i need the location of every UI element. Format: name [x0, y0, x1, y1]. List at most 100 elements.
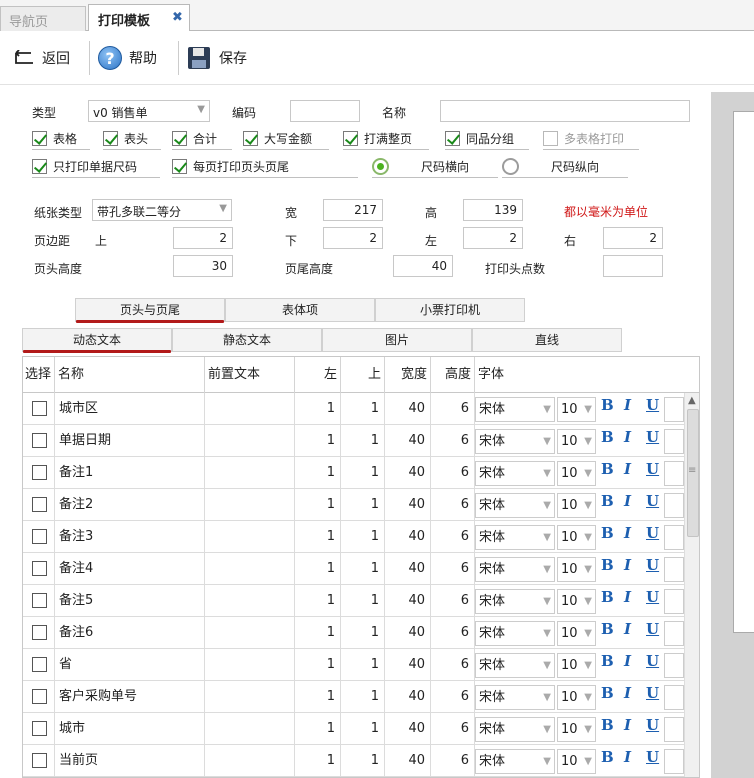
row-checkbox[interactable]	[32, 401, 47, 416]
left-cell[interactable]: 1	[295, 745, 341, 777]
color-field[interactable]	[664, 525, 684, 550]
width-cell[interactable]: 40	[385, 553, 431, 585]
italic-icon[interactable]: I	[624, 684, 631, 702]
color-field[interactable]	[664, 461, 684, 486]
font-size-select[interactable]: 10 ▼	[557, 429, 596, 454]
font-size-select[interactable]: 10 ▼	[557, 493, 596, 518]
underline-icon[interactable]: U	[646, 620, 659, 638]
bold-icon[interactable]: B	[601, 492, 614, 510]
table-row[interactable]: 备注6 1 1 40 6 宋体 ▼ 10 ▼ B I U	[23, 617, 684, 649]
font-select[interactable]: 宋体 ▼	[475, 653, 555, 678]
left-cell[interactable]: 1	[295, 457, 341, 489]
prefix-cell[interactable]	[205, 553, 295, 585]
tab-body-items[interactable]: 表体项	[225, 298, 375, 322]
col-height[interactable]: 高度	[431, 357, 475, 393]
italic-icon[interactable]: I	[624, 524, 631, 542]
row-checkbox[interactable]	[32, 529, 47, 544]
prefix-cell[interactable]	[205, 649, 295, 681]
print-head-dots-input[interactable]	[603, 255, 663, 277]
width-cell[interactable]: 40	[385, 745, 431, 777]
italic-icon[interactable]: I	[624, 460, 631, 478]
width-cell[interactable]: 40	[385, 585, 431, 617]
radio-button[interactable]	[502, 158, 519, 175]
col-left[interactable]: 左	[295, 357, 341, 393]
color-field[interactable]	[664, 653, 684, 678]
table-row[interactable]: 备注5 1 1 40 6 宋体 ▼ 10 ▼ B I U	[23, 585, 684, 617]
font-size-select[interactable]: 10 ▼	[557, 525, 596, 550]
bold-icon[interactable]: B	[601, 716, 614, 734]
font-select[interactable]: 宋体 ▼	[475, 621, 555, 646]
left-cell[interactable]: 1	[295, 617, 341, 649]
col-font[interactable]: 字体	[475, 357, 684, 393]
font-size-select[interactable]: 10 ▼	[557, 749, 596, 774]
vertical-scrollbar[interactable]: ▲ ≡	[684, 393, 699, 777]
col-top[interactable]: 上	[341, 357, 385, 393]
top-cell[interactable]: 1	[341, 521, 385, 553]
table-row[interactable]: 当前页 1 1 40 6 宋体 ▼ 10 ▼ B I U	[23, 745, 684, 777]
top-cell[interactable]: 1	[341, 393, 385, 425]
italic-icon[interactable]: I	[624, 588, 631, 606]
font-select[interactable]: 宋体 ▼	[475, 429, 555, 454]
height-cell[interactable]: 6	[431, 425, 475, 457]
row-checkbox[interactable]	[32, 593, 47, 608]
bold-icon[interactable]: B	[601, 396, 614, 414]
margin-right-input[interactable]: 2	[603, 227, 663, 249]
height-cell[interactable]: 6	[431, 489, 475, 521]
font-size-select[interactable]: 10 ▼	[557, 589, 596, 614]
row-checkbox[interactable]	[32, 721, 47, 736]
row-checkbox[interactable]	[32, 625, 47, 640]
color-field[interactable]	[664, 589, 684, 614]
tab-navigation[interactable]: 导航页	[0, 6, 86, 31]
color-field[interactable]	[664, 749, 684, 774]
italic-icon[interactable]: I	[624, 620, 631, 638]
color-field[interactable]	[664, 685, 684, 710]
tab-image[interactable]: 图片	[322, 328, 472, 352]
prefix-cell[interactable]	[205, 617, 295, 649]
left-cell[interactable]: 1	[295, 585, 341, 617]
table-row[interactable]: 城市 1 1 40 6 宋体 ▼ 10 ▼ B I U	[23, 713, 684, 745]
option-print-doc-size-only[interactable]: 只打印单据尺码	[32, 156, 160, 178]
row-checkbox[interactable]	[32, 561, 47, 576]
table-row[interactable]: 备注1 1 1 40 6 宋体 ▼ 10 ▼ B I U	[23, 457, 684, 489]
font-select[interactable]: 宋体 ▼	[475, 589, 555, 614]
back-button[interactable]: 返回	[11, 39, 70, 77]
top-cell[interactable]: 1	[341, 681, 385, 713]
bold-icon[interactable]: B	[601, 524, 614, 542]
row-checkbox[interactable]	[32, 497, 47, 512]
row-checkbox[interactable]	[32, 753, 47, 768]
name-input[interactable]	[440, 100, 690, 122]
checkbox[interactable]	[243, 131, 258, 146]
width-input[interactable]: 217	[323, 199, 383, 221]
scroll-up-icon[interactable]: ▲	[688, 395, 696, 406]
margin-bottom-input[interactable]: 2	[323, 227, 383, 249]
width-cell[interactable]: 40	[385, 649, 431, 681]
width-cell[interactable]: 40	[385, 425, 431, 457]
underline-icon[interactable]: U	[646, 556, 659, 574]
underline-icon[interactable]: U	[646, 716, 659, 734]
prefix-cell[interactable]	[205, 393, 295, 425]
font-select[interactable]: 宋体 ▼	[475, 397, 555, 422]
underline-icon[interactable]: U	[646, 748, 659, 766]
bold-icon[interactable]: B	[601, 588, 614, 606]
prefix-cell[interactable]	[205, 745, 295, 777]
font-size-select[interactable]: 10 ▼	[557, 717, 596, 742]
italic-icon[interactable]: I	[624, 748, 631, 766]
checkbox[interactable]	[32, 159, 47, 174]
underline-icon[interactable]: U	[646, 588, 659, 606]
height-cell[interactable]: 6	[431, 585, 475, 617]
italic-icon[interactable]: I	[624, 492, 631, 510]
height-cell[interactable]: 6	[431, 617, 475, 649]
width-cell[interactable]: 40	[385, 713, 431, 745]
checkbox[interactable]	[445, 131, 460, 146]
top-cell[interactable]: 1	[341, 489, 385, 521]
top-cell[interactable]: 1	[341, 553, 385, 585]
tab-dynamic-text[interactable]: 动态文本	[22, 328, 172, 353]
help-button[interactable]: ? 帮助	[98, 39, 157, 77]
table-row[interactable]: 备注2 1 1 40 6 宋体 ▼ 10 ▼ B I U	[23, 489, 684, 521]
color-field[interactable]	[664, 429, 684, 454]
table-row[interactable]: 单据日期 1 1 40 6 宋体 ▼ 10 ▼ B I U	[23, 425, 684, 457]
option-header[interactable]: 表头	[103, 128, 161, 150]
underline-icon[interactable]: U	[646, 460, 659, 478]
underline-icon[interactable]: U	[646, 684, 659, 702]
tab-print-template[interactable]: 打印模板 ✖	[88, 4, 190, 32]
